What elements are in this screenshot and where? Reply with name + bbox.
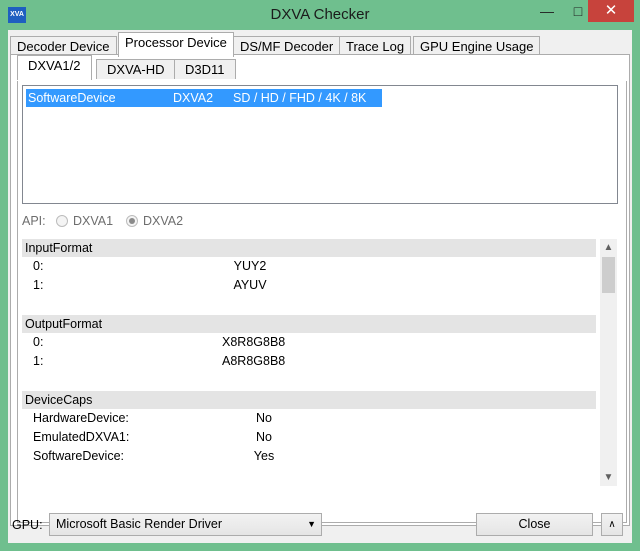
row-key: 1: [33,354,44,368]
input-format-header: InputFormat [22,239,596,257]
row-value: A8R8G8B8 [222,354,286,368]
minimize-button[interactable]: — [532,0,562,22]
table-row: SoftwareDevice: Yes [22,447,596,466]
subtab-d3d11[interactable]: D3D11 [174,59,236,79]
chevron-down-icon: ▼ [307,519,316,529]
vertical-scrollbar[interactable]: ▲ ▼ [600,239,617,486]
gpu-selected-value: Microsoft Basic Render Driver [56,517,223,531]
row-key: HardwareDevice: [33,411,129,425]
expand-up-icon[interactable]: ∧ [601,513,623,536]
scroll-down-icon[interactable]: ▼ [600,469,617,486]
table-row: HardwareDevice: No [22,409,596,428]
subtab-dxva-hd[interactable]: DXVA-HD [96,59,176,79]
gpu-select[interactable]: Microsoft Basic Render Driver ▼ [49,513,322,536]
table-row: EmulatedDXVA1: No [22,428,596,447]
gpu-label: GPU: [12,518,43,532]
row-value: YUY2 [233,259,267,273]
subtab-dxva12[interactable]: DXVA1/2 [17,55,92,80]
dxva2-label: DXVA2 [143,214,184,228]
row-value: Yes [253,449,275,463]
table-row: 1: AYUV [22,276,596,295]
tab-trace-log[interactable]: Trace Log [339,36,412,56]
row-key: EmulatedDXVA1: [33,430,130,444]
bottom-bar: GPU: Microsoft Basic Render Driver ▼ Clo… [8,510,632,543]
tab-processor-device[interactable]: Processor Device [118,32,234,57]
dxva1-radio[interactable] [56,215,68,227]
title-bar[interactable]: XVA DXVA Checker — □ ✕ [0,0,640,30]
scroll-up-icon[interactable]: ▲ [600,239,617,256]
processor-device-page: DXVA1/2 DXVA-HD D3D11 SoftwareDevice DXV… [10,54,630,526]
scroll-thumb[interactable] [602,257,615,293]
close-button[interactable]: Close [476,513,593,536]
row-value: No [256,411,272,425]
dxva1-label: DXVA1 [73,214,114,228]
tab-decoder-device[interactable]: Decoder Device [10,36,117,56]
row-key: 0: [33,335,44,349]
row-key: 0: [33,259,44,273]
device-api: DXVA2 [173,91,214,105]
device-caps-header: DeviceCaps [22,391,596,409]
row-value: X8R8G8B8 [222,335,286,349]
device-name: SoftwareDevice [28,91,116,105]
row-key: SoftwareDevice: [33,449,125,463]
row-value: AYUV [233,278,267,292]
dxva12-page: SoftwareDevice DXVA2 SD / HD / FHD / 4K … [17,81,627,523]
table-row: 1: A8R8G8B8 [22,352,596,371]
row-key: 1: [33,278,44,292]
table-row: 0: X8R8G8B8 [22,333,596,352]
capabilities-panel[interactable]: InputFormat 0: YUY2 1: AYUV OutputFormat… [22,239,618,486]
device-list[interactable]: SoftwareDevice DXVA2 SD / HD / FHD / 4K … [22,85,618,204]
output-format-header: OutputFormat [22,315,596,333]
client-area: Decoder Device Processor Device DS/MF De… [8,30,632,543]
app-window: XVA DXVA Checker — □ ✕ Decoder Device Pr… [0,0,640,551]
dxva2-radio[interactable] [126,215,138,227]
close-window-button[interactable]: ✕ [588,0,634,22]
device-resolutions: SD / HD / FHD / 4K / 8K [233,91,367,105]
table-row: 0: YUY2 [22,257,596,276]
device-list-row[interactable]: SoftwareDevice DXVA2 SD / HD / FHD / 4K … [26,89,382,107]
tab-gpu-engine-usage[interactable]: GPU Engine Usage [413,36,541,56]
tab-ds-mf-decoder[interactable]: DS/MF Decoder [233,36,341,56]
row-value: No [256,430,272,444]
